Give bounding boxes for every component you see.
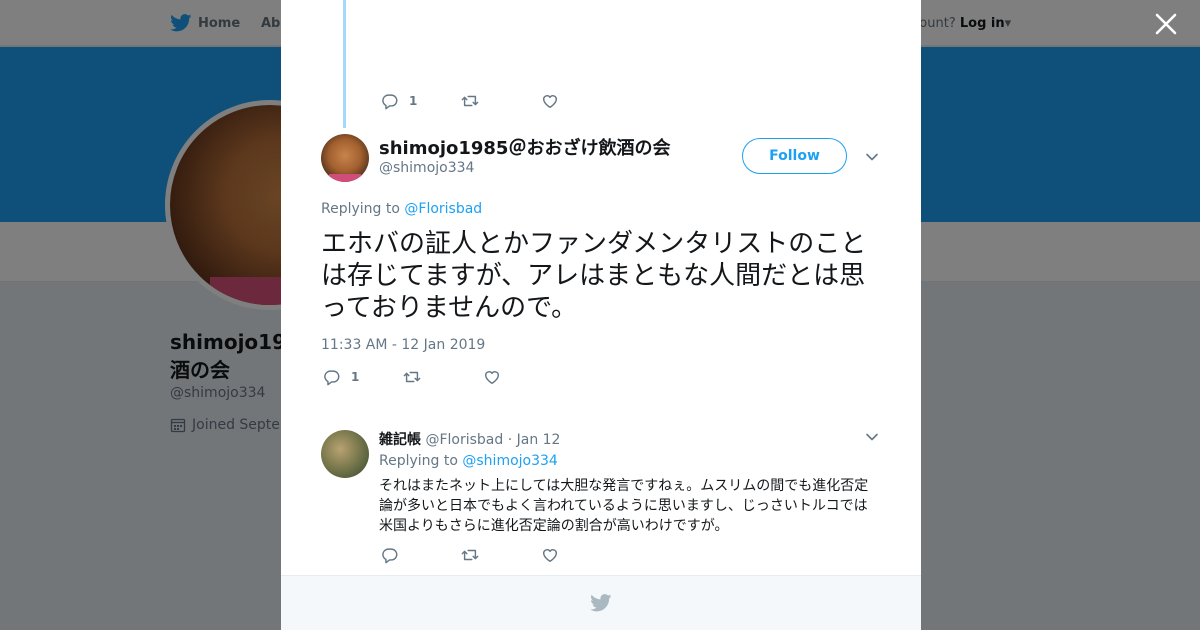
retweet-action[interactable] [461, 92, 541, 110]
tweet-actions: 1 [323, 368, 563, 386]
retweet-icon [403, 371, 421, 383]
reply-author-handle[interactable]: @Florisbad [425, 432, 503, 448]
thread-connector-line [343, 0, 346, 128]
reply-replying-to-link[interactable]: @shimojo334 [462, 453, 557, 469]
twitter-bird-icon [590, 594, 612, 612]
tweet-modal: 1 shimojo1985＠おおざけ飲酒の会 @shimojo334 Follo… [281, 0, 921, 630]
reply-icon [324, 370, 340, 386]
like-icon [542, 95, 558, 109]
replying-prefix: Replying to [321, 201, 400, 217]
reply-actions [381, 546, 621, 564]
retweet-action[interactable] [461, 546, 541, 564]
author-handle[interactable]: @shimojo334 [379, 160, 474, 176]
modal-footer [281, 575, 921, 630]
like-icon [542, 549, 558, 563]
reply-author-avatar[interactable] [321, 430, 369, 478]
reply-author-name[interactable]: 雑記帳 [379, 432, 421, 448]
author-avatar[interactable] [321, 134, 369, 182]
reply-count: 1 [409, 94, 418, 108]
close-icon[interactable] [1152, 10, 1180, 38]
reply-count: 1 [351, 370, 360, 384]
reply-action[interactable] [381, 546, 461, 564]
reply-icon [382, 548, 398, 564]
retweet-icon [461, 95, 479, 107]
chevron-down-icon[interactable] [865, 150, 879, 164]
chevron-down-icon[interactable] [865, 430, 879, 444]
reply-header: 雑記帳 @Florisbad · Jan 12 [379, 429, 560, 449]
reply-text: それはまたネット上にしては大胆な発言ですねぇ。ムスリムの間でも進化否定論が多いと… [379, 478, 869, 534]
reply-action[interactable]: 1 [381, 92, 461, 110]
replying-to: Replying to @Florisbad [321, 201, 482, 217]
reply-icon [382, 94, 398, 110]
reply-action[interactable]: 1 [323, 368, 403, 386]
reply-date[interactable]: · Jan 12 [508, 432, 561, 448]
reply-replying-prefix: Replying to [379, 453, 458, 469]
reply-replying-to: Replying to @shimojo334 [379, 453, 558, 469]
tweet-timestamp[interactable]: 11:33 AM - 12 Jan 2019 [321, 337, 485, 353]
like-action[interactable] [541, 546, 621, 564]
like-action[interactable] [541, 92, 621, 110]
retweet-action[interactable] [403, 368, 483, 386]
like-icon [484, 371, 500, 385]
previous-tweet-actions: 1 [381, 92, 621, 110]
retweet-icon [461, 549, 479, 561]
follow-button[interactable]: Follow [742, 138, 847, 174]
tweet-text: エホバの証人とかファンダメンタリストのことは存じてますが、アレはまともな人間だと… [321, 229, 867, 323]
replying-to-link[interactable]: @Florisbad [404, 201, 482, 217]
author-name[interactable]: shimojo1985＠おおざけ飲酒の会 [379, 134, 670, 160]
like-action[interactable] [483, 368, 563, 386]
